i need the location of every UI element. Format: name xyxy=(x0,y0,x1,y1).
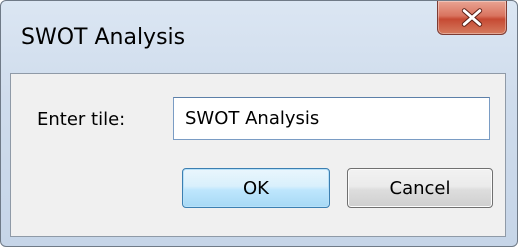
title-field-label: Enter tile: xyxy=(37,109,126,130)
ok-button[interactable]: OK xyxy=(182,168,330,208)
close-icon xyxy=(461,8,483,27)
dialog-window: SWOT Analysis Enter tile: OK Cancel xyxy=(0,0,518,247)
cancel-button[interactable]: Cancel xyxy=(347,168,493,208)
close-button[interactable] xyxy=(437,1,507,35)
title-bar[interactable]: SWOT Analysis xyxy=(1,1,517,73)
title-input[interactable] xyxy=(173,97,490,140)
ok-button-label: OK xyxy=(243,177,269,199)
dialog-body: Enter tile: OK Cancel xyxy=(10,73,506,237)
cancel-button-label: Cancel xyxy=(389,177,451,199)
window-title: SWOT Analysis xyxy=(21,25,186,50)
